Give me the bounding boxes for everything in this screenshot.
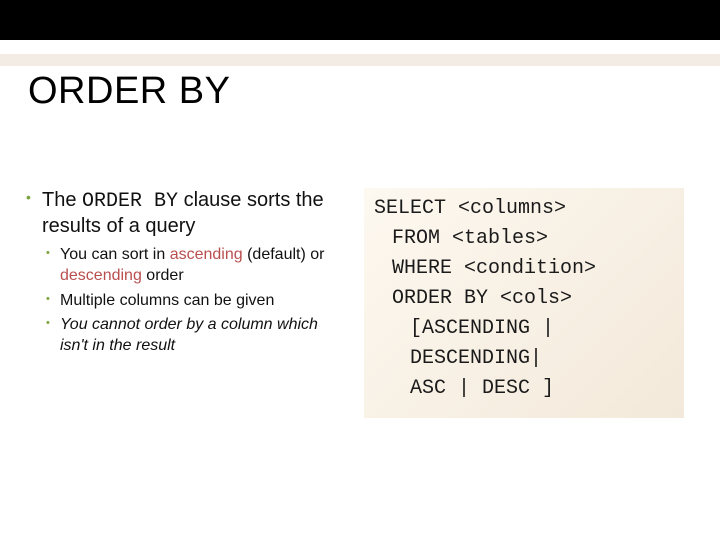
bullet-code: ORDER BY [82,190,178,213]
code-line-orderby: ORDER BY <cols> [374,284,674,314]
sub1-post: order [142,267,184,284]
sub1-mid: (default) or [243,246,325,263]
code-line-abbrev: ASC | DESC ] [374,374,674,404]
code-line-where: WHERE <condition> [374,254,674,284]
code-line-asc: [ASCENDING | [374,314,674,344]
code-line-desc: DESCENDING| [374,344,674,374]
left-column: The ORDER BY clause sorts the results of… [26,188,346,418]
sub1-asc: ascending [170,246,243,263]
bullet-text-pre: The [42,189,82,211]
content-row: The ORDER BY clause sorts the results of… [26,188,694,418]
subbar-white [0,40,720,54]
code-panel: SELECT <columns> FROM <tables> WHERE <co… [364,188,684,418]
code-line-from: FROM <tables> [374,224,674,254]
bullet-main: The ORDER BY clause sorts the results of… [26,188,346,239]
subbullet-multiple-cols: Multiple columns can be given [46,291,346,312]
sub1-desc: descending [60,267,142,284]
subbullet-list: You can sort in ascending (default) or d… [46,245,346,357]
slide-title: ORDER BY [28,70,230,113]
subbar-tan [0,54,720,66]
slide: ORDER BY The ORDER BY clause sorts the r… [0,0,720,540]
topbar [0,0,720,40]
code-line-select: SELECT <columns> [374,194,674,224]
subbullet-sort-order: You can sort in ascending (default) or d… [46,245,346,287]
sub1-pre: You can sort in [60,246,170,263]
subbullet-restriction: You cannot order by a column which isn't… [46,315,346,357]
sub3-em: You cannot order by a column which isn't… [60,316,318,354]
